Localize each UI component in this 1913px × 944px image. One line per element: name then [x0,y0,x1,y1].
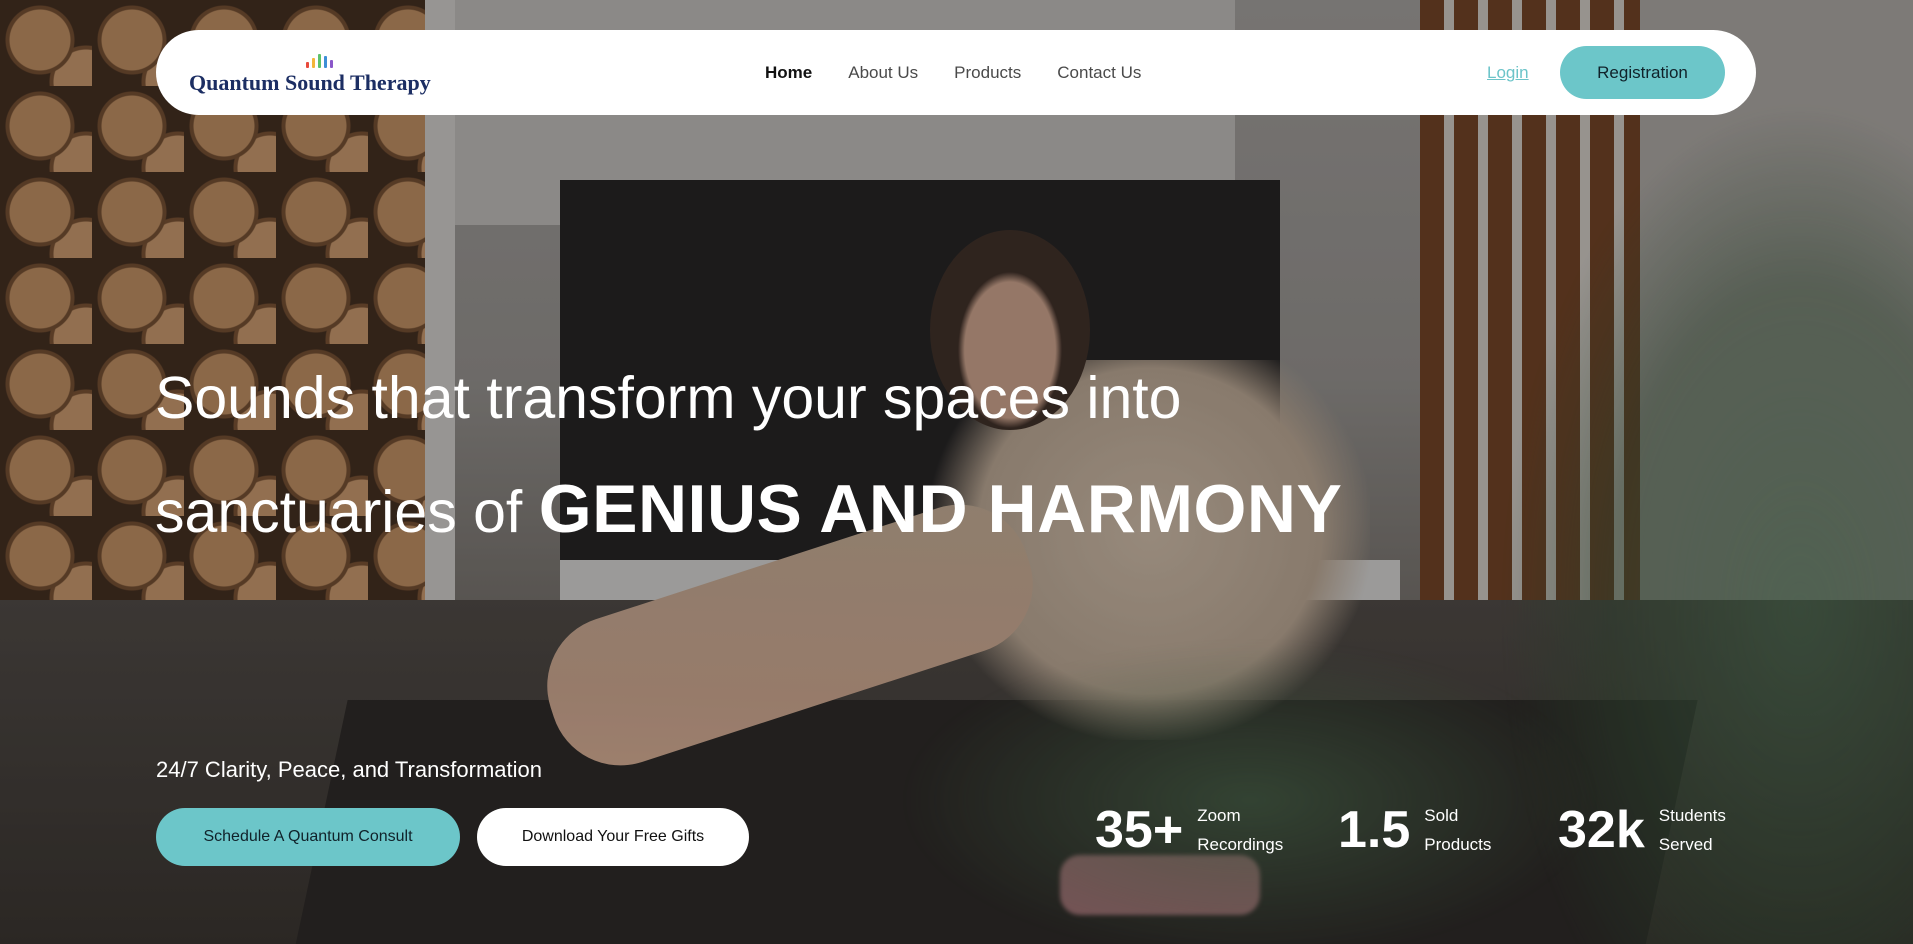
stat-label: Zoom Recordings [1197,801,1307,859]
hero-tagline: 24/7 Clarity, Peace, and Transformation [156,757,543,782]
logo-text: Quantum Sound Therapy [189,70,431,95]
nav-item-about-us[interactable]: About Us [848,63,918,83]
stat-label: Students Served [1659,801,1769,859]
login-link[interactable]: Login [1487,30,1529,115]
schedule-consult-button[interactable]: Schedule A Quantum Consult [156,808,460,866]
stat-label-line1: Zoom [1197,806,1241,825]
stat-students-served: 32k Students Served [1558,800,1769,860]
nav-item-home[interactable]: Home [765,63,812,83]
stat-label-line1: Students [1658,806,1726,825]
stat-zoom-recordings: 35+ Zoom Recordings [1095,800,1307,860]
stat-value: 32k [1558,801,1645,859]
sound-bars-icon [306,52,333,68]
sound-bar [312,58,315,68]
stat-label-line2: Products [1424,835,1492,854]
hero-headline-line1: Sounds that transform your spaces into [155,365,1182,431]
registration-button[interactable]: Registration [1560,46,1725,99]
navbar: Quantum Sound Therapy Home About Us Prod… [156,30,1756,115]
stat-sold-products: 1.5 Sold Products [1338,800,1534,860]
sound-bar [306,62,309,68]
stat-label: Sold Products [1424,801,1534,859]
stat-value: 35+ [1095,801,1184,859]
stat-label-line1: Sold [1424,806,1459,825]
hero-headline-prefix: sanctuaries of [155,479,539,545]
stat-value: 1.5 [1338,801,1411,859]
nav-item-contact-us[interactable]: Contact Us [1057,63,1141,83]
logo[interactable]: Quantum Sound Therapy [189,50,459,100]
sound-bar [330,60,333,68]
sound-bar [324,56,327,68]
hero-headline-emphasis: GENIUS AND HARMONY [538,471,1343,547]
hero-headline-line2: sanctuaries of GENIUS AND HARMONY [155,470,1342,548]
stat-label-line2: Served [1658,835,1713,854]
stat-label-line2: Recordings [1197,835,1284,854]
download-gifts-button[interactable]: Download Your Free Gifts [477,808,749,866]
nav-item-products[interactable]: Products [954,63,1021,83]
sound-bar [318,54,321,68]
nav-menu: Home About Us Products Contact Us [765,30,1141,115]
